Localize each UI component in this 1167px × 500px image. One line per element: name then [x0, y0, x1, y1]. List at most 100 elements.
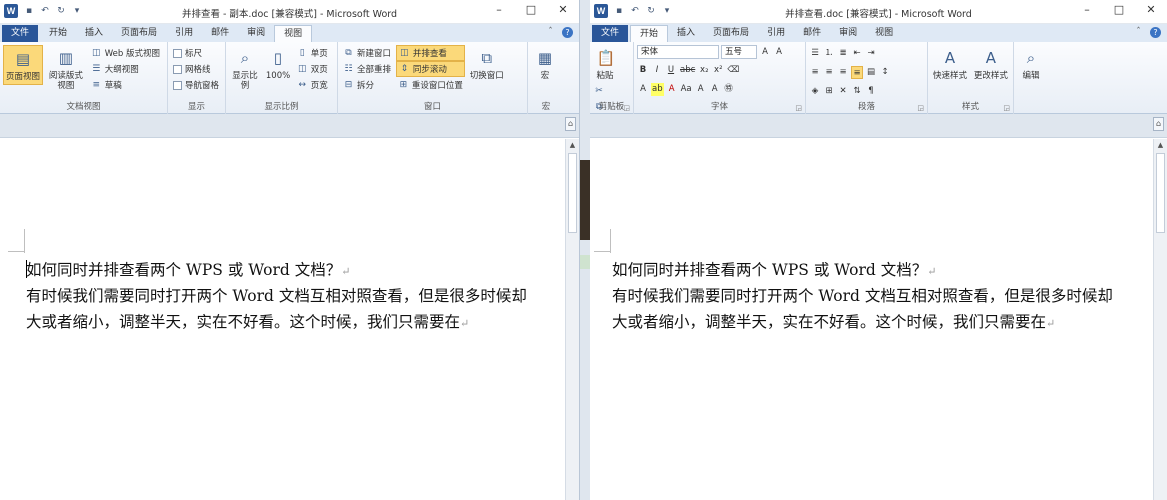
zoom-button[interactable]: ⌕ 显示比例	[229, 45, 261, 93]
tab-insert[interactable]: 插入	[76, 25, 112, 42]
macros-button[interactable]: ▦ 宏	[531, 45, 559, 83]
maximize-button[interactable]: □	[523, 2, 539, 18]
help-icon[interactable]: ?	[1150, 27, 1161, 38]
enclose-char-icon[interactable]: ㊕	[723, 83, 735, 96]
dialog-launcher-icon[interactable]: ◲	[795, 104, 802, 112]
increase-indent-icon[interactable]: ⇥	[865, 47, 877, 60]
cut-button[interactable]: ✂	[593, 83, 605, 99]
shrink-font-icon[interactable]: A	[695, 83, 707, 96]
vertical-scrollbar[interactable]: ▲	[1153, 139, 1167, 500]
switch-windows-button[interactable]: ⧉ 切换窗口	[468, 45, 506, 83]
close-button[interactable]: ✕	[1143, 2, 1159, 18]
view-ruler-icon[interactable]: ⌂	[1153, 117, 1164, 131]
tab-mailings[interactable]: 邮件	[794, 25, 830, 42]
one-page-button[interactable]: ▯ 单页	[295, 45, 330, 61]
underline-icon[interactable]: U	[665, 64, 677, 77]
font-name-select[interactable]: 宋体	[637, 45, 719, 59]
tab-page-layout[interactable]: 页面布局	[704, 25, 758, 42]
dialog-launcher-icon[interactable]: ◲	[623, 104, 630, 112]
quick-styles-button[interactable]: A 快速样式	[931, 45, 969, 83]
page-width-button[interactable]: ↔ 页宽	[295, 77, 330, 93]
bullets-icon[interactable]: ☰	[809, 47, 821, 60]
tab-references[interactable]: 引用	[758, 25, 794, 42]
tab-review[interactable]: 审阅	[238, 25, 274, 42]
tab-mailings[interactable]: 邮件	[202, 25, 238, 42]
decrease-indent-icon[interactable]: ⇤	[851, 47, 863, 60]
minimize-ribbon-icon[interactable]: ˆ	[545, 27, 556, 38]
font-color-icon[interactable]: A	[666, 83, 678, 96]
bold-icon[interactable]: B	[637, 64, 649, 77]
superscript-icon[interactable]: x²	[712, 64, 724, 77]
two-pages-button[interactable]: ◫ 双页	[295, 61, 330, 77]
minimize-button[interactable]: –	[1079, 2, 1095, 18]
chinese-layout-icon[interactable]: ✕	[837, 85, 849, 98]
tab-home[interactable]: 开始	[630, 25, 669, 42]
arrange-all-button[interactable]: ☷ 全部重排	[341, 61, 393, 77]
tab-references[interactable]: 引用	[166, 25, 202, 42]
char-shading-icon[interactable]: A	[709, 83, 721, 96]
line-spacing-icon[interactable]: ↕	[879, 66, 891, 79]
web-layout-button[interactable]: ◫ Web 版式视图	[89, 45, 162, 61]
tab-file[interactable]: 文件	[2, 25, 39, 42]
help-icon[interactable]: ?	[562, 27, 573, 38]
scroll-up-icon[interactable]: ▲	[566, 139, 579, 151]
clear-format-icon[interactable]: ⌫	[726, 64, 740, 77]
vertical-scrollbar[interactable]: ▲	[565, 139, 579, 500]
new-window-button[interactable]: ⧉ 新建窗口	[341, 45, 393, 61]
align-center-icon[interactable]: ≡	[823, 66, 835, 79]
strikethrough-icon[interactable]: abc	[679, 64, 696, 77]
align-right-icon[interactable]: ≡	[837, 66, 849, 79]
minimize-ribbon-icon[interactable]: ˆ	[1133, 27, 1144, 38]
draft-button[interactable]: ≡ 草稿	[89, 77, 162, 93]
tab-review[interactable]: 审阅	[830, 25, 866, 42]
split-button[interactable]: ⊟ 拆分	[341, 77, 393, 93]
distributed-icon[interactable]: ▤	[865, 66, 877, 79]
numbering-icon[interactable]: ⒈	[823, 47, 835, 60]
shading-icon[interactable]: ◈	[809, 85, 821, 98]
maximize-button[interactable]: □	[1111, 2, 1127, 18]
character-border-icon[interactable]: A	[773, 46, 785, 59]
justify-icon[interactable]: ≡	[851, 65, 863, 79]
document-page[interactable]: 如何同时并排查看两个 WPS 或 Word 文档？↵ 有时候我们需要同时打开两个…	[0, 139, 565, 500]
paste-button[interactable]: 📋 粘贴	[593, 45, 617, 83]
borders-icon[interactable]: ⊞	[823, 85, 835, 98]
view-ruler-icon[interactable]: ⌂	[565, 117, 576, 131]
dialog-launcher-icon[interactable]: ◲	[1003, 104, 1010, 112]
show-marks-icon[interactable]: ¶	[865, 85, 877, 98]
sort-icon[interactable]: ⇅	[851, 85, 863, 98]
change-case-icon[interactable]: Aa	[680, 83, 693, 96]
scroll-thumb[interactable]	[568, 153, 577, 233]
nav-pane-checkbox[interactable]: 导航窗格	[171, 77, 222, 93]
italic-icon[interactable]: I	[651, 64, 663, 77]
tab-home[interactable]: 开始	[40, 25, 76, 42]
sync-scroll-button[interactable]: ⇕ 同步滚动	[395, 61, 465, 77]
tab-view[interactable]: 视图	[274, 25, 313, 42]
tab-file[interactable]: 文件	[592, 25, 629, 42]
grow-font-icon[interactable]: A	[759, 46, 771, 59]
read-mode-button[interactable]: ▥ 阅读版式视图	[46, 45, 86, 93]
scroll-up-icon[interactable]: ▲	[1154, 139, 1167, 151]
dialog-launcher-icon[interactable]: ◲	[917, 104, 924, 112]
zoom-100-button[interactable]: ▯ 100%	[264, 45, 292, 83]
view-side-by-side-button[interactable]: ◫ 并排查看	[395, 45, 465, 61]
gridlines-checkbox[interactable]: 网格线	[171, 61, 222, 77]
text-effects-icon[interactable]: A	[637, 83, 649, 96]
print-layout-button[interactable]: ▤ 页面视图	[3, 45, 43, 85]
highlight-icon[interactable]: ab	[651, 82, 664, 96]
subscript-icon[interactable]: x₂	[698, 64, 710, 77]
reset-window-position-button[interactable]: ⊞ 重设窗口位置	[396, 77, 465, 93]
editing-button[interactable]: ⌕ 编辑	[1017, 45, 1045, 83]
ruler-checkbox[interactable]: 标尺	[171, 45, 222, 61]
change-styles-button[interactable]: A 更改样式	[972, 45, 1010, 83]
tab-view[interactable]: 视图	[866, 25, 902, 42]
font-size-select[interactable]: 五号	[721, 45, 757, 59]
multilevel-list-icon[interactable]: ≣	[837, 47, 849, 60]
scroll-thumb[interactable]	[1156, 153, 1165, 233]
align-left-icon[interactable]: ≡	[809, 66, 821, 79]
minimize-button[interactable]: –	[491, 2, 507, 18]
outline-button[interactable]: ☰ 大纲视图	[89, 61, 162, 77]
document-page[interactable]: 如何同时并排查看两个 WPS 或 Word 文档？↵ 有时候我们需要同时打开两个…	[590, 139, 1153, 500]
tab-insert[interactable]: 插入	[668, 25, 704, 42]
close-button[interactable]: ✕	[555, 2, 571, 18]
tab-page-layout[interactable]: 页面布局	[112, 25, 166, 42]
